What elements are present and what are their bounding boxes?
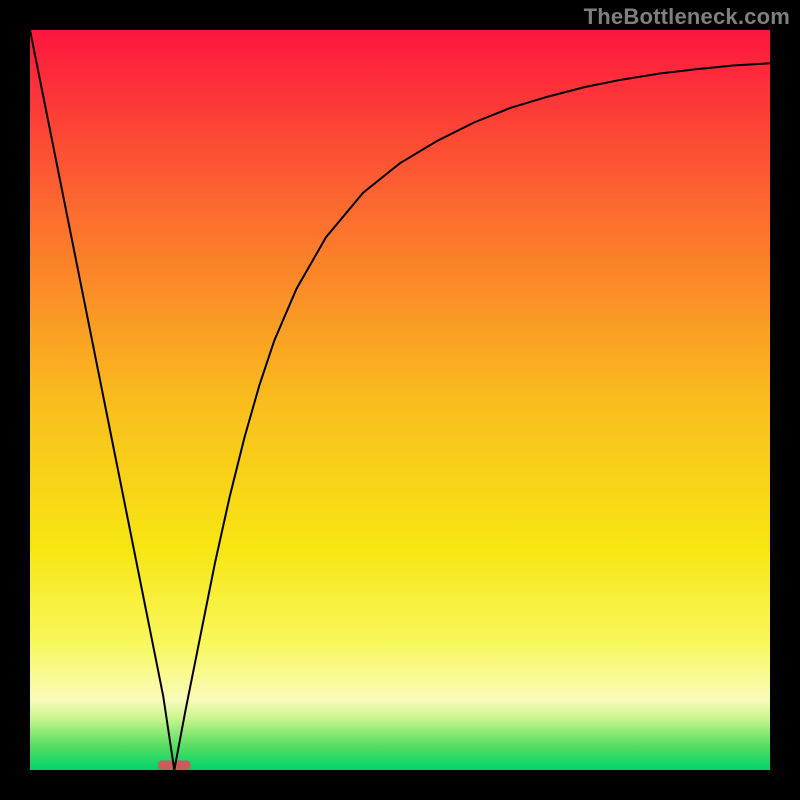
attribution-text: TheBottleneck.com — [584, 4, 790, 30]
chart-svg — [30, 30, 770, 770]
chart-frame: TheBottleneck.com — [0, 0, 800, 800]
gradient-background — [30, 30, 770, 770]
plot-area — [30, 30, 770, 770]
